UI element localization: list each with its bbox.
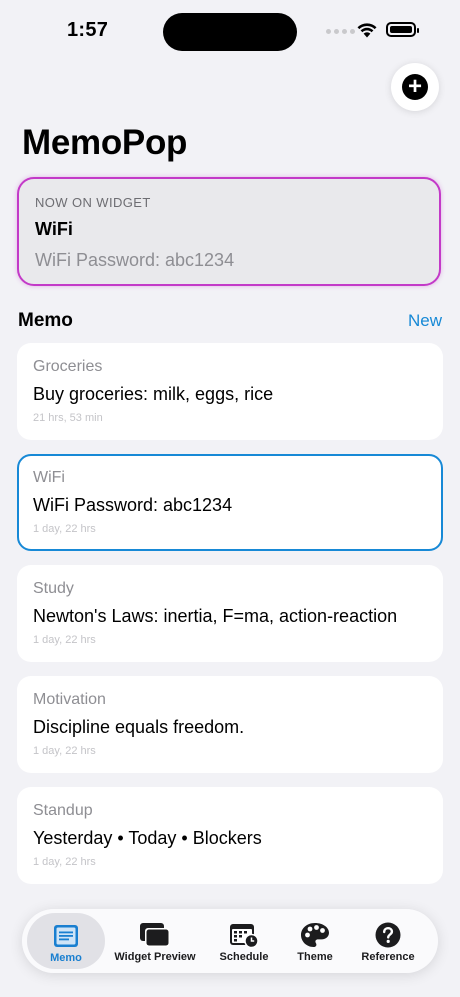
tab-reference[interactable]: Reference: [356, 909, 420, 973]
widget-label: NOW ON WIDGET: [35, 195, 151, 210]
status-time: 1:57: [67, 19, 109, 41]
memo-title: WiFi: [33, 469, 65, 486]
tab-label: Reference: [361, 951, 415, 963]
tab-label: Widget Preview: [114, 951, 196, 963]
tab-schedule[interactable]: Schedule: [208, 909, 280, 973]
widget-body: WiFi Password: abc1234: [35, 250, 235, 270]
memo-timestamp: 1 day, 22 hrs: [33, 634, 96, 646]
memo-body: Newton's Laws: inertia, F=ma, action-rea…: [33, 606, 398, 626]
memo-timestamp: 21 hrs, 53 min: [33, 412, 103, 424]
now-on-widget-card[interactable]: NOW ON WIDGET WiFi WiFi Password: abc123…: [17, 177, 441, 286]
dynamic-island: [163, 13, 297, 51]
memo-timestamp: 1 day, 22 hrs: [33, 745, 96, 757]
widget-title: WiFi: [35, 219, 73, 239]
memo-card[interactable]: Motivation Discipline equals freedom. 1 …: [17, 676, 443, 773]
memo-timestamp: 1 day, 22 hrs: [33, 856, 96, 868]
tab-label: Memo: [50, 952, 82, 964]
memo-title: Motivation: [33, 691, 106, 708]
memo-title: Standup: [33, 802, 93, 819]
schedule-icon: [229, 921, 259, 948]
memo-timestamp: 1 day, 22 hrs: [33, 523, 96, 535]
tab-widget-preview[interactable]: Widget Preview: [110, 909, 200, 973]
memo-card-selected[interactable]: WiFi WiFi Password: abc1234 1 day, 22 hr…: [17, 454, 443, 551]
memo-body: WiFi Password: abc1234: [33, 495, 233, 515]
page-title: MemoPop: [22, 123, 188, 162]
status-bar: 1:57: [0, 0, 460, 62]
add-memo-button[interactable]: +: [391, 63, 439, 111]
memo-section-title: Memo: [18, 310, 73, 331]
memo-title: Study: [33, 580, 74, 597]
tab-label: Schedule: [219, 951, 269, 963]
help-icon: [375, 921, 401, 948]
memo-card[interactable]: Groceries Buy groceries: milk, eggs, ric…: [17, 343, 443, 440]
memo-body: Yesterday • Today • Blockers: [33, 828, 262, 848]
memo-icon: [53, 922, 79, 949]
palette-icon: [300, 921, 330, 948]
memo-title: Groceries: [33, 358, 103, 375]
tab-theme[interactable]: Theme: [288, 909, 342, 973]
memo-card[interactable]: Standup Yesterday • Today • Blockers 1 d…: [17, 787, 443, 884]
tab-label: Theme: [297, 951, 333, 963]
memo-body: Buy groceries: milk, eggs, rice: [33, 384, 274, 404]
plus-icon: +: [402, 74, 428, 100]
cellular-signal-icon: [326, 29, 355, 34]
memo-body: Discipline equals freedom.: [33, 717, 245, 737]
widget-preview-icon: [139, 921, 171, 948]
tab-bar: Memo Widget Preview Schedule Theme Refer…: [22, 909, 438, 973]
tab-memo[interactable]: Memo: [27, 913, 105, 969]
memo-card[interactable]: Study Newton's Laws: inertia, F=ma, acti…: [17, 565, 443, 662]
battery-icon: [386, 22, 419, 37]
wifi-icon: [357, 23, 377, 38]
new-memo-button[interactable]: New: [408, 311, 442, 331]
